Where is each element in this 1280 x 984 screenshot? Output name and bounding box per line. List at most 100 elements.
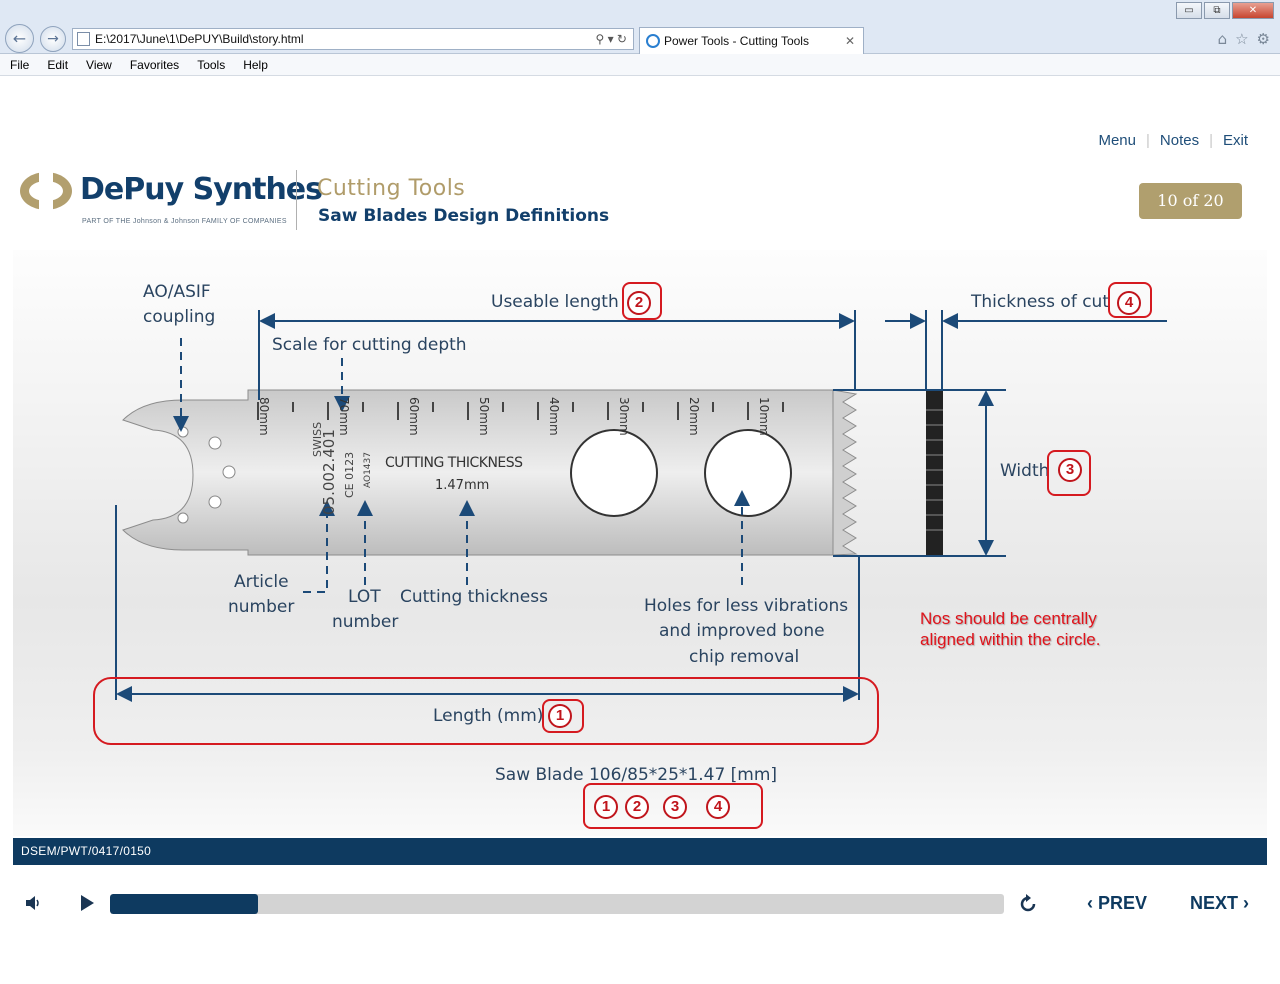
next-label: NEXT (1190, 893, 1239, 913)
brand-tagline: PART OF THE Johnson & Johnson FAMILY OF … (82, 218, 287, 225)
course-title: Cutting Tools (317, 176, 466, 201)
blade-thickness-value: 1.47mm (435, 478, 490, 493)
legend-marker-3: 3 (663, 795, 687, 819)
address-text: E:\2017\June\1\DePUY\Build\story.html (95, 32, 304, 46)
header-divider (296, 170, 297, 230)
scale-mark-60: 60mm (407, 397, 421, 436)
label-useable-length: Useable length (491, 292, 619, 312)
link-separator: | (1209, 132, 1213, 149)
settings-gear-icon[interactable]: ⚙ (1257, 30, 1270, 48)
menu-help[interactable]: Help (233, 54, 276, 75)
legend-marker-4: 4 (706, 795, 730, 819)
close-window-button[interactable]: ✕ (1232, 2, 1274, 19)
review-note: Nos should be centrally aligned within t… (920, 608, 1100, 650)
progress-fill (110, 894, 258, 914)
menu-favorites[interactable]: Favorites (120, 54, 187, 75)
scale-mark-30: 30mm (617, 397, 631, 436)
review-note-line-1: Nos should be centrally (920, 609, 1097, 628)
tab-close-icon[interactable]: ✕ (845, 28, 855, 54)
label-article-number: number (228, 597, 295, 617)
saw-blade-diagram (115, 310, 1167, 702)
menu-tools[interactable]: Tools (187, 54, 233, 75)
brand-logo-text: DePuy Synthes (80, 172, 323, 207)
ie-icon (646, 34, 660, 48)
marker-3-box (1047, 450, 1091, 496)
legend-marker-1: 1 (594, 795, 618, 819)
blade-teeth (832, 389, 858, 556)
tab-title: Power Tools - Cutting Tools (664, 34, 809, 48)
label-holes-1: Holes for less vibrations (644, 596, 849, 616)
home-icon[interactable]: ⌂ (1218, 30, 1228, 48)
label-coupling: coupling (143, 307, 216, 327)
menu-edit[interactable]: Edit (37, 54, 76, 75)
link-separator: | (1145, 132, 1150, 149)
footer-bar: DSEM/PWT/0417/0150 (13, 838, 1267, 865)
restore-button[interactable]: ⧉ (1204, 2, 1230, 19)
marker-4-box (1108, 282, 1152, 318)
label-holes-2: and improved bone (659, 621, 825, 641)
depuy-logo-icon (20, 172, 72, 210)
length-highlight-box (93, 677, 879, 745)
label-lot-number: number (332, 612, 399, 632)
chevron-right-icon: › (1243, 893, 1250, 913)
favorites-star-icon[interactable]: ☆ (1235, 30, 1248, 48)
coupling-hole (177, 426, 189, 438)
coupling-hole (208, 436, 222, 450)
slide-counter: 10 of 20 (1139, 183, 1242, 219)
forward-button[interactable]: → (40, 26, 66, 52)
scale-mark-40: 40mm (547, 397, 561, 436)
volume-icon[interactable] (24, 893, 44, 917)
browser-chrome: ▭ ⧉ ✕ ← → E:\2017\June\1\DePUY\Build\sto… (0, 0, 1280, 54)
label-article: Article (234, 572, 289, 592)
slide-stage: 80mm 70mm 60mm 50mm 40mm 30mm 20mm 10mm … (13, 250, 1267, 836)
blade-lot-number: AO1437 (363, 452, 373, 488)
label-lot: LOT (348, 587, 381, 607)
scale-mark-10: 10mm (757, 397, 771, 436)
page-icon (77, 32, 90, 46)
menu-file[interactable]: File (0, 54, 37, 75)
blade-ce-mark: CE 0123 (343, 451, 356, 498)
label-cutting-thickness: Cutting thickness (400, 587, 548, 607)
label-ao-asif: AO/ASIF (143, 282, 211, 302)
search-refresh-icons[interactable]: ⚲ ▾ ↻ (595, 29, 627, 49)
minimize-button[interactable]: ▭ (1176, 2, 1202, 19)
vibration-hole (704, 429, 792, 517)
slide-title: Saw Blades Design Definitions (318, 206, 610, 226)
menu-bar: File Edit View Favorites Tools Help (0, 54, 1280, 76)
prev-label: PREV (1098, 893, 1148, 913)
prev-button[interactable]: ‹ PREV (1087, 893, 1147, 914)
toolbar-icons: ⌂ ☆ ⚙ (1218, 30, 1270, 48)
scale-mark-50: 50mm (477, 397, 491, 436)
menu-link[interactable]: Menu (1098, 132, 1136, 149)
legend-marker-2: 2 (625, 795, 649, 819)
scale-mark-70: 70mm (337, 397, 351, 436)
label-width: Width (1000, 461, 1050, 481)
scale-mark-20: 20mm (687, 397, 701, 436)
replay-icon[interactable] (1017, 893, 1039, 919)
blade-article-number: 05.002.401 (320, 429, 338, 515)
menu-view[interactable]: View (76, 54, 120, 75)
label-saw-blade-spec: Saw Blade 106/85*25*1.47 [mm] (495, 765, 778, 785)
top-links: Menu | Notes | Exit (1098, 132, 1248, 149)
play-icon[interactable] (78, 893, 96, 917)
coupling-hole (222, 465, 236, 479)
back-button[interactable]: ← (5, 24, 34, 53)
progress-bar[interactable] (110, 894, 1004, 914)
next-button[interactable]: NEXT › (1190, 893, 1249, 914)
notes-link[interactable]: Notes (1160, 132, 1199, 149)
blade-cutting-thickness-text: CUTTING THICKNESS (385, 455, 523, 471)
exit-link[interactable]: Exit (1223, 132, 1248, 149)
address-bar[interactable]: E:\2017\June\1\DePUY\Build\story.html ⚲ … (72, 28, 634, 50)
footer-code: DSEM/PWT/0417/0150 (21, 844, 152, 858)
marker-2-box (622, 282, 662, 320)
review-note-line-2: aligned within the circle. (920, 630, 1101, 649)
label-thickness-of-cut: Thickness of cut (971, 292, 1110, 312)
coupling-hole (208, 495, 222, 509)
window-controls: ▭ ⧉ ✕ (1176, 2, 1274, 19)
coupling-hole (177, 512, 189, 524)
browser-tab[interactable]: Power Tools - Cutting Tools ✕ (639, 27, 864, 54)
scale-mark-80: 80mm (257, 397, 271, 436)
label-holes-3: chip removal (689, 647, 800, 667)
label-scale-cutting-depth: Scale for cutting depth (272, 335, 467, 355)
chevron-left-icon: ‹ (1087, 893, 1093, 913)
